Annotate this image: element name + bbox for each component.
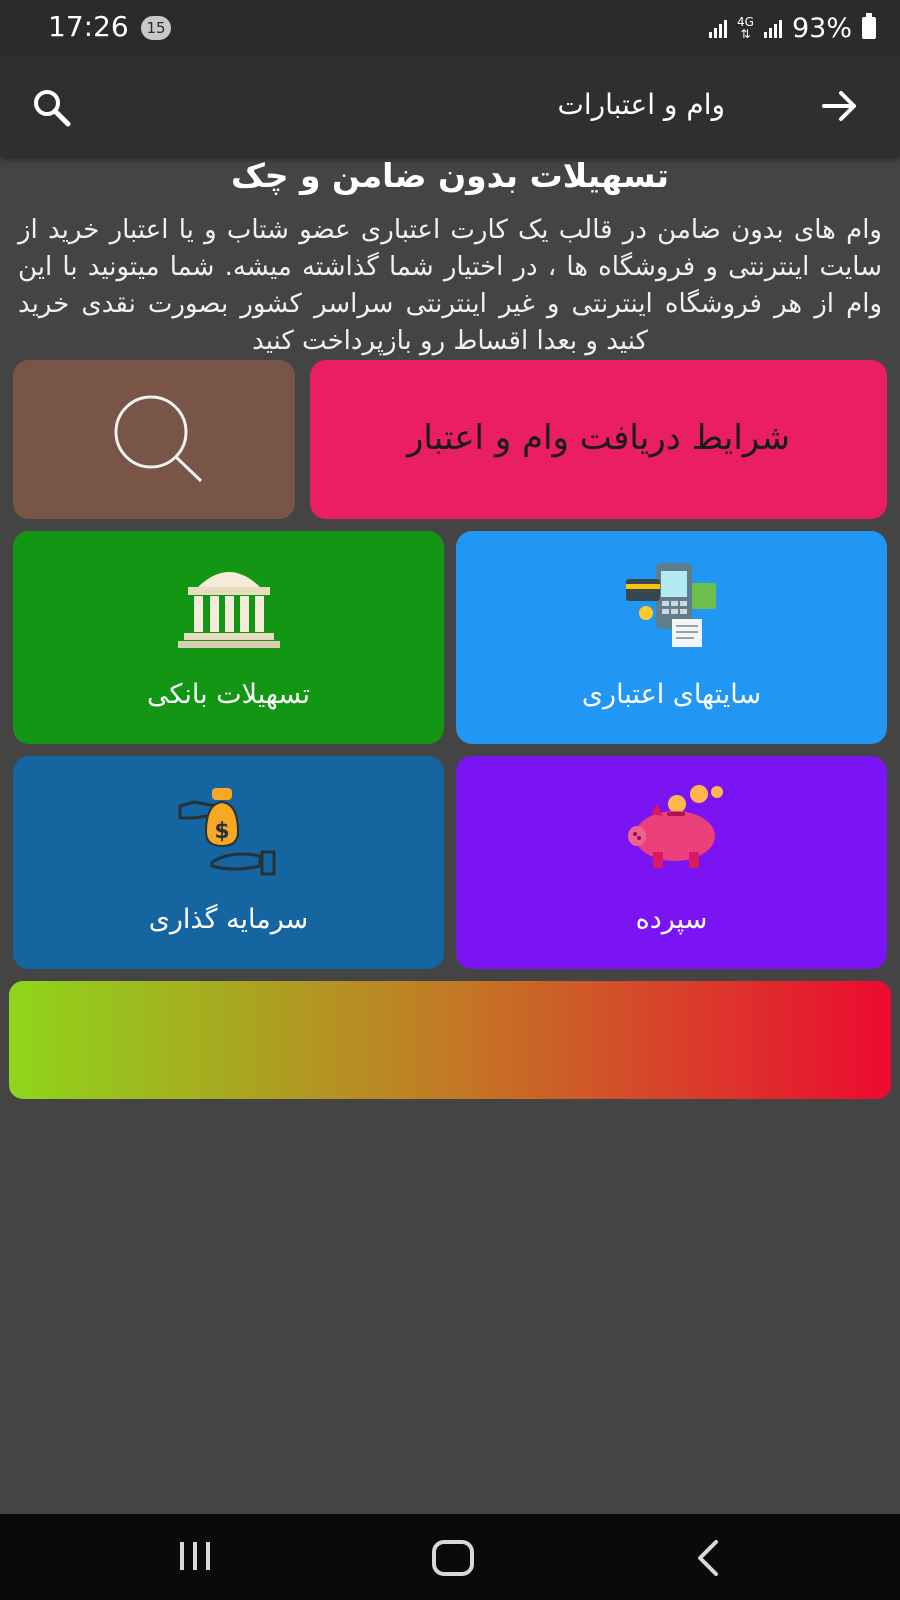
battery-icon xyxy=(862,13,876,39)
description-text: وام های بدون ضامن در قالب یک کارت اعتبار… xyxy=(18,215,882,356)
headline: تسهیلات بدون ضامن و چک xyxy=(230,156,670,195)
data-arrows-icon: ⇅ xyxy=(740,27,751,41)
back-icon[interactable] xyxy=(692,1538,726,1578)
magnifier-icon xyxy=(114,395,203,483)
svg-text:$: $ xyxy=(214,819,229,844)
app-bar: وام و اعتبارات xyxy=(0,56,900,156)
network-indicator: 4G ⇅ xyxy=(737,16,754,40)
status-time: 17:26 xyxy=(48,10,129,43)
deposit-tile[interactable]: سپرده xyxy=(456,756,887,969)
bank-building-icon xyxy=(177,572,280,648)
bank-facilities-tile[interactable]: تسهیلات بانکی xyxy=(13,531,444,744)
payment-terminal-icon xyxy=(625,563,716,647)
status-bar: 17:26 15 4G ⇅ 93% xyxy=(0,0,900,56)
status-indicators: 4G ⇅ 93% xyxy=(709,10,876,46)
gradient-banner[interactable] xyxy=(9,981,891,1099)
loan-conditions-button[interactable]: شرایط دریافت وام و اعتبار xyxy=(310,360,887,519)
investment-label: سرمایه گذاری xyxy=(148,904,309,935)
home-icon[interactable] xyxy=(432,1540,474,1576)
recents-icon[interactable] xyxy=(180,1542,210,1570)
system-nav-bar xyxy=(0,1514,900,1600)
wifi-signal-icon xyxy=(709,18,728,38)
investment-tile[interactable]: $ سرمایه گذاری xyxy=(13,756,444,969)
deposit-label: سپرده xyxy=(635,904,708,935)
bank-facilities-label: تسهیلات بانکی xyxy=(147,679,310,710)
piggy-bank-icon xyxy=(627,785,723,868)
battery-percentage: 93% xyxy=(791,12,852,44)
loan-conditions-label: شرایط دریافت وام و اعتبار xyxy=(406,418,791,458)
search-icon[interactable] xyxy=(30,86,74,130)
money-bag-hand-icon: $ xyxy=(178,788,275,876)
notification-count-badge: 15 xyxy=(141,16,171,40)
search-tile[interactable] xyxy=(13,360,295,519)
credit-sites-tile[interactable]: سایتهای اعتباری xyxy=(456,531,887,744)
credit-sites-label: سایتهای اعتباری xyxy=(581,679,762,710)
page-title: وام و اعتبارات xyxy=(557,88,725,121)
arrow-right-icon[interactable] xyxy=(820,86,860,126)
cell-signal-icon xyxy=(763,18,782,38)
